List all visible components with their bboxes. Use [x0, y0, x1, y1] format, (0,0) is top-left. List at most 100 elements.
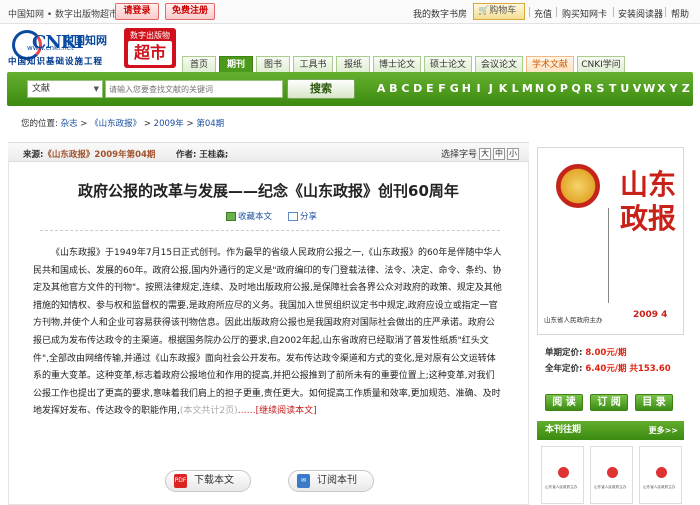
- top-bar: 中国知网 • 数字出版物超市 请登录 免费注册 我的数字书房 🛒购物车 充值 购…: [0, 0, 700, 24]
- source-link[interactable]: 《山东政报》2009年第04期: [43, 150, 155, 160]
- font-size-selector: 选择字号 大 中 小: [441, 147, 519, 160]
- past-issue-thumb[interactable]: 山东省人民政府主办: [590, 446, 633, 504]
- more-link[interactable]: 更多>>: [649, 421, 678, 440]
- search-category-value: 文献: [32, 84, 51, 94]
- alphabet-letter[interactable]: L: [509, 82, 521, 95]
- help-link[interactable]: 帮助: [671, 7, 689, 20]
- share-button[interactable]: 分享: [288, 210, 317, 222]
- alphabet-letter[interactable]: K: [497, 82, 509, 95]
- search-category-select[interactable]: 文献 ▼: [27, 80, 103, 98]
- alphabet-letter[interactable]: G: [448, 82, 460, 95]
- tab-9[interactable]: CNKI学问: [577, 56, 625, 73]
- search-input[interactable]: [105, 80, 283, 98]
- cart-label: 购物车: [489, 6, 517, 16]
- collect-button[interactable]: 收藏本文: [226, 210, 272, 222]
- search-bar: 文献 ▼ 搜索 ABCDEFGHIJKLMNOPQRSTUVWXYZ: [7, 72, 693, 106]
- article-info-bar: 来源:《山东政报》2009年第04期 作者: 王桂森; 选择字号 大 中 小: [8, 142, 529, 162]
- read-more-link[interactable]: [继续阅读本文]: [256, 406, 317, 416]
- my-store-link[interactable]: 我的数字书房: [413, 7, 467, 20]
- supermarket-badge[interactable]: 数字出版物 超市: [124, 28, 176, 68]
- alphabet-letter[interactable]: Y: [668, 82, 680, 95]
- font-size-medium-button[interactable]: 中: [493, 147, 505, 160]
- alphabet-letter[interactable]: C: [399, 82, 411, 95]
- tab-5[interactable]: 博士论文: [373, 56, 421, 73]
- divider: [613, 7, 614, 17]
- tab-1[interactable]: 期刊: [219, 56, 253, 73]
- cart-button[interactable]: 🛒购物车: [473, 3, 525, 20]
- article-source: 来源:《山东政报》2009年第04期: [23, 148, 155, 160]
- alphabet-letter[interactable]: U: [619, 82, 631, 95]
- annual-price-value: 6.40元/期: [585, 364, 627, 374]
- alphabet-letter[interactable]: R: [582, 82, 594, 95]
- subscribe-button[interactable]: ✉ 订阅本刊: [288, 470, 374, 492]
- pdf-icon: PDF: [174, 474, 187, 488]
- alphabet-letter[interactable]: N: [533, 82, 545, 95]
- alphabet-letter[interactable]: H: [460, 82, 472, 95]
- bookmark-icon: [226, 211, 236, 221]
- share-icon: [288, 211, 299, 221]
- single-price-value: 8.00元/期: [585, 348, 627, 358]
- alphabet-letter[interactable]: O: [546, 82, 558, 95]
- subscribe-side-button[interactable]: 订 阅: [590, 394, 628, 411]
- site-name[interactable]: 中国知网 • 数字出版物超市: [8, 7, 118, 20]
- thumb-text: 山东省人民政府主办: [643, 484, 676, 489]
- past-issue-thumb[interactable]: 山东省人民政府主办: [639, 446, 682, 504]
- badge-main-text: 超市: [128, 41, 172, 65]
- cover-title: 山东政报: [619, 168, 676, 235]
- install-reader-link[interactable]: 安装阅读器: [618, 7, 663, 20]
- read-button[interactable]: 阅 读: [545, 394, 583, 411]
- alphabet-letter[interactable]: M: [521, 82, 533, 95]
- breadcrumb: 您的位置: 杂志 > 《山东政报》 > 2009年 > 第04期: [21, 119, 225, 129]
- alphabet-letter[interactable]: J: [485, 82, 497, 95]
- download-button[interactable]: PDF 下载本文: [165, 470, 251, 492]
- single-price-label: 单期定价:: [545, 348, 583, 358]
- past-issues-list: 山东省人民政府主办 山东省人民政府主办 山东省人民政府主办: [541, 446, 688, 504]
- breadcrumb-item[interactable]: 杂志: [61, 119, 78, 129]
- alphabet-letter[interactable]: E: [424, 82, 436, 95]
- tab-0[interactable]: 首页: [182, 56, 216, 73]
- annual-price-label: 全年定价:: [545, 364, 583, 374]
- author-label: 作者:: [176, 150, 197, 160]
- author-name[interactable]: 王桂森;: [199, 150, 228, 160]
- alphabet-letter[interactable]: W: [643, 82, 655, 95]
- search-button[interactable]: 搜索: [287, 79, 355, 99]
- login-button[interactable]: 请登录: [115, 3, 159, 20]
- tab-2[interactable]: 图书: [256, 56, 290, 73]
- past-issues-title: 本刊往期: [545, 425, 582, 435]
- breadcrumb-item[interactable]: 《山东政报》: [90, 119, 141, 129]
- alphabet-letter[interactable]: A: [375, 82, 387, 95]
- font-size-small-button[interactable]: 小: [507, 147, 519, 160]
- recharge-link[interactable]: 充值: [534, 7, 552, 20]
- tab-3[interactable]: 工具书: [293, 56, 333, 73]
- buy-card-link[interactable]: 购买知网卡: [562, 7, 607, 20]
- alphabet-letter[interactable]: I: [473, 82, 485, 95]
- cart-icon: 🛒: [478, 6, 490, 16]
- emblem-icon: [656, 467, 667, 478]
- alphabet-letter[interactable]: S: [594, 82, 606, 95]
- alphabet-letter[interactable]: Z: [680, 82, 692, 95]
- breadcrumb-item[interactable]: 第04期: [196, 119, 224, 129]
- journal-cover[interactable]: 山东政报 山东省人民政府主办 2009 4: [537, 147, 684, 335]
- tab-4[interactable]: 报纸: [336, 56, 370, 73]
- font-size-large-button[interactable]: 大: [479, 147, 491, 160]
- tab-7[interactable]: 会议论文: [475, 56, 523, 73]
- breadcrumb-item[interactable]: 2009年: [154, 119, 184, 129]
- past-issue-thumb[interactable]: 山东省人民政府主办: [541, 446, 584, 504]
- alphabet-letter[interactable]: V: [631, 82, 643, 95]
- alphabet-letter[interactable]: B: [387, 82, 399, 95]
- past-issues-header: 本刊往期 更多>>: [537, 421, 684, 440]
- toc-button[interactable]: 目 录: [635, 394, 673, 411]
- alphabet-letter[interactable]: T: [607, 82, 619, 95]
- tab-6[interactable]: 硕士论文: [424, 56, 472, 73]
- article-body: 《山东政报》于1949年7月15日正式创刊。作为最早的省级人民政府公报之一,《山…: [33, 245, 503, 421]
- tab-8[interactable]: 学术文献: [526, 56, 574, 73]
- thumb-text: 山东省人民政府主办: [545, 484, 578, 489]
- alphabet-letter[interactable]: X: [655, 82, 667, 95]
- register-button[interactable]: 免费注册: [165, 3, 215, 20]
- annual-total: 共153.60: [629, 364, 671, 374]
- article-actions: 收藏本文 分享: [226, 210, 333, 222]
- alphabet-letter[interactable]: D: [412, 82, 424, 95]
- alphabet-letter[interactable]: P: [558, 82, 570, 95]
- alphabet-letter[interactable]: Q: [570, 82, 582, 95]
- alphabet-letter[interactable]: F: [436, 82, 448, 95]
